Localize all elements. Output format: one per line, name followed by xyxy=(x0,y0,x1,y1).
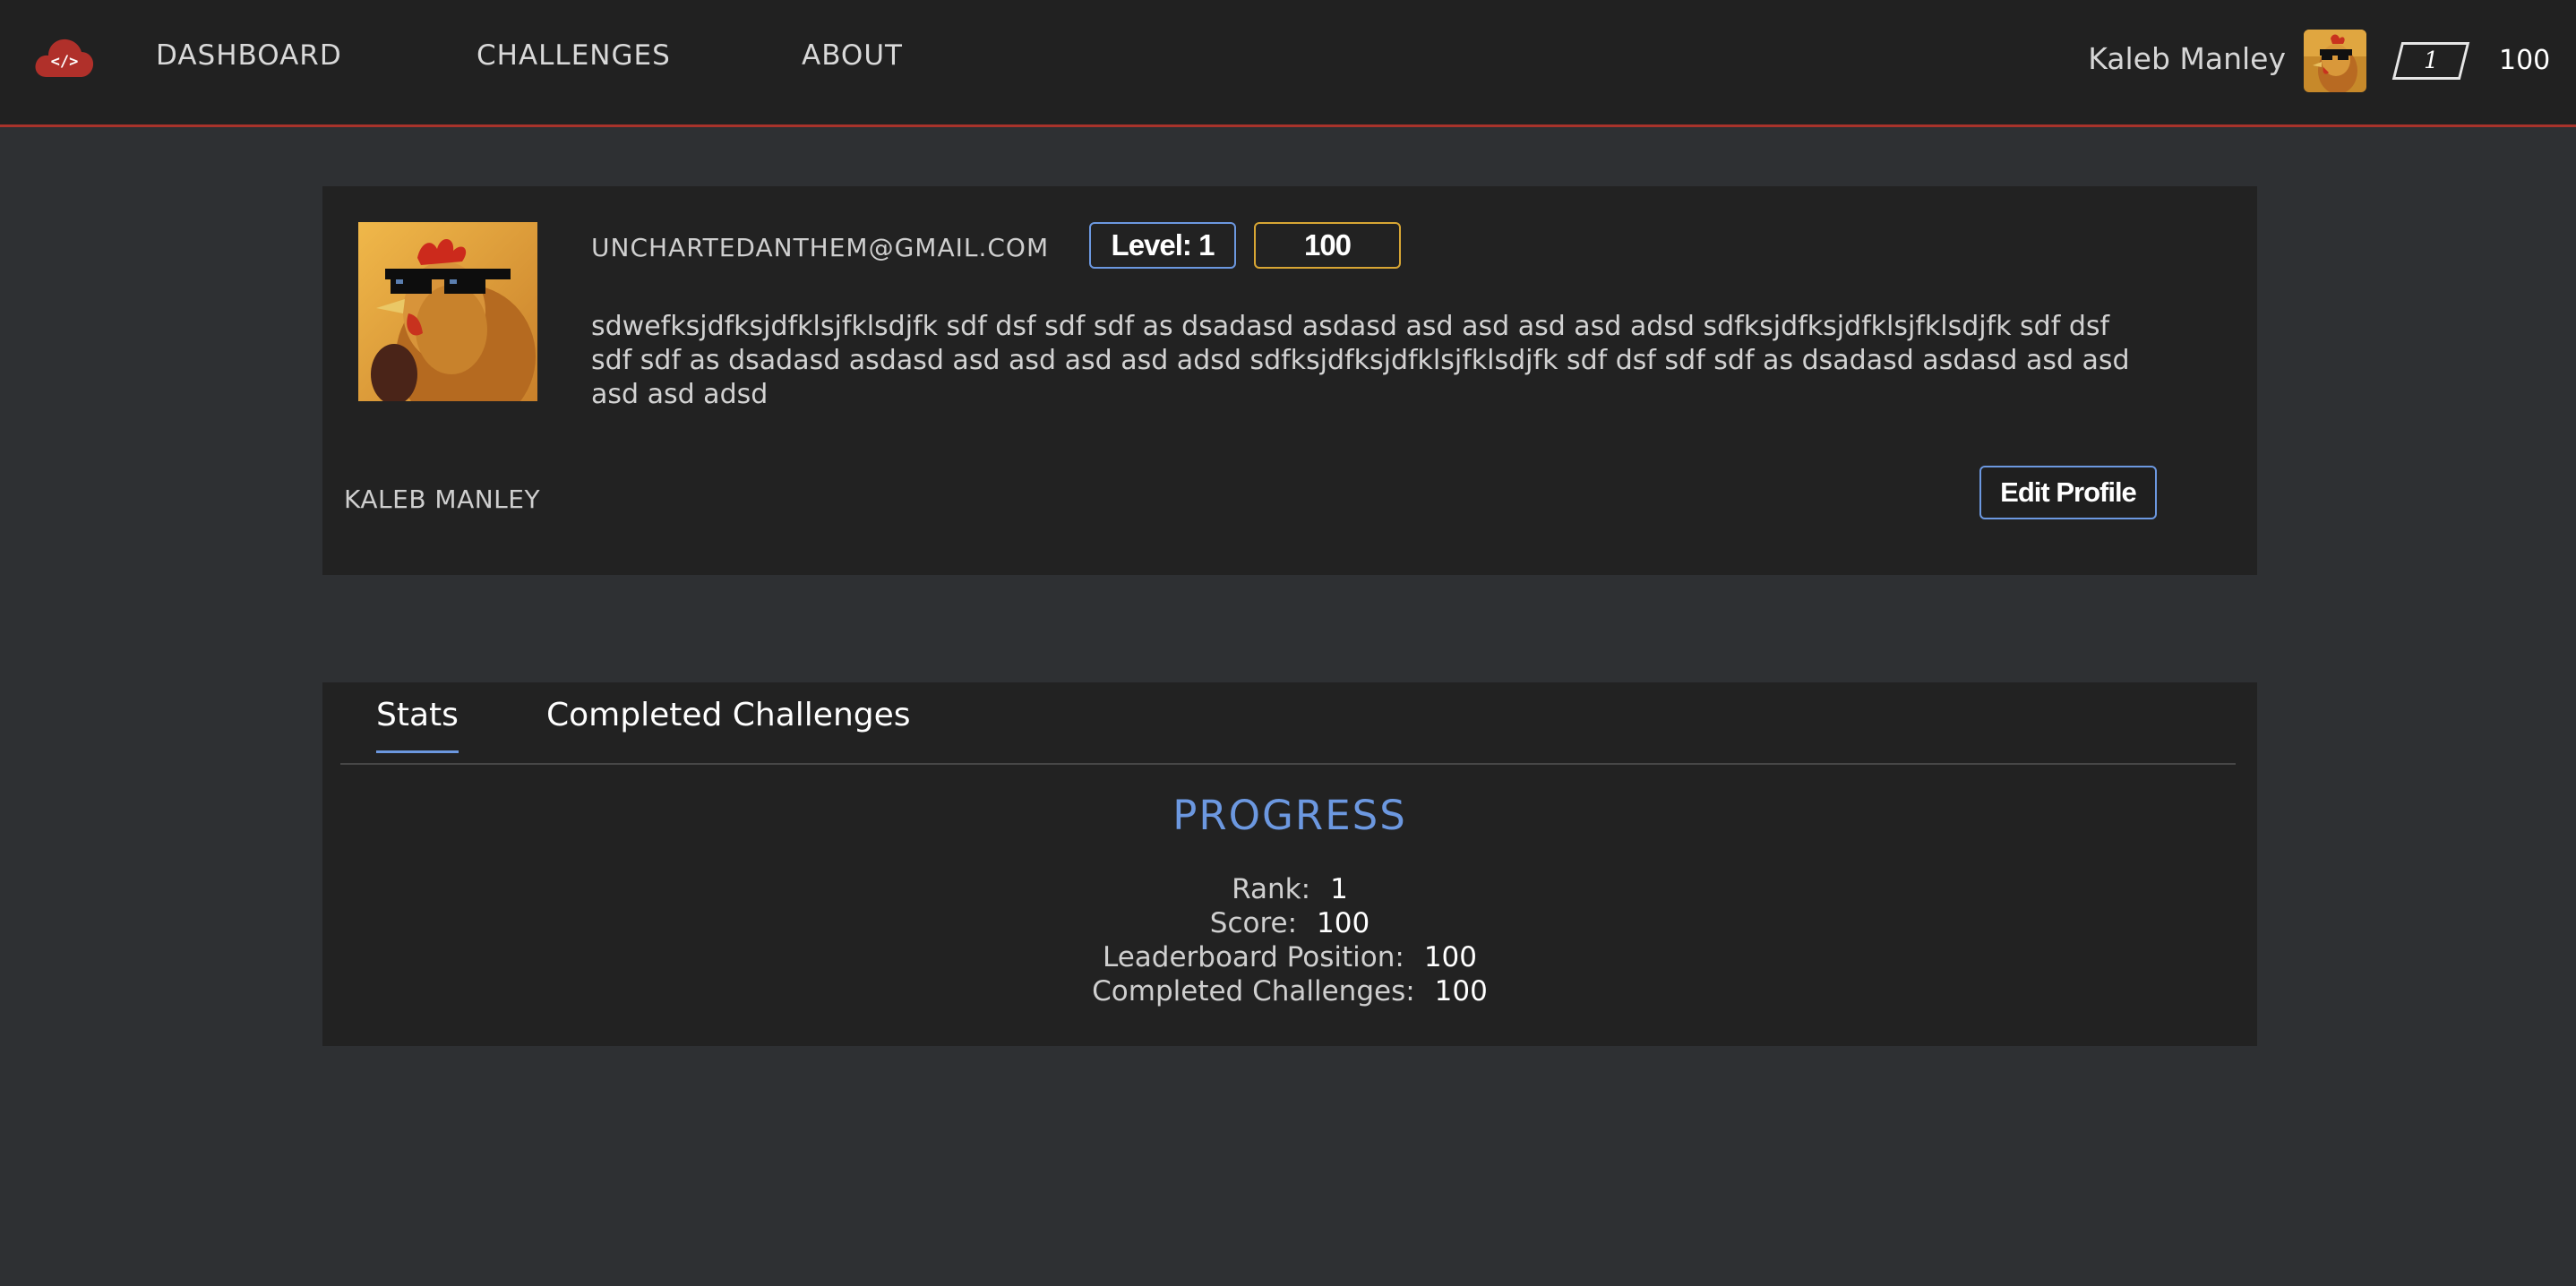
nav-score: 100 xyxy=(2499,45,2551,76)
stat-label: Leaderboard Position: xyxy=(1103,941,1404,973)
profile-card: UNCHARTEDANTHEM@GMAIL.COM Level: 1 100 s… xyxy=(322,186,2257,575)
tab-stats[interactable]: Stats xyxy=(376,697,459,753)
nav-link-dashboard[interactable]: DASHBOARD xyxy=(156,39,342,72)
nav-user-name[interactable]: Kaleb Manley xyxy=(2088,41,2286,76)
navbar: </> DASHBOARD CHALLENGES ABOUT Kaleb Man… xyxy=(0,0,2576,127)
edit-profile-button[interactable]: Edit Profile xyxy=(1979,466,2157,519)
profile-name: KALEB MANLEY xyxy=(344,484,541,514)
stat-row-completed: Completed Challenges: 100 xyxy=(322,974,2257,1008)
stat-value: 100 xyxy=(1317,907,1370,939)
stats-tabs: Stats Completed Challenges xyxy=(340,682,2236,765)
stat-label: Completed Challenges: xyxy=(1092,975,1415,1007)
progress-title: PROGRESS xyxy=(1172,792,1407,839)
nav-level-badge: 1 xyxy=(2391,42,2470,80)
nav-link-about[interactable]: ABOUT xyxy=(802,39,903,72)
profile-bio: sdwefksjdfksjdfklsjfklsdjfk sdf dsf sdf … xyxy=(591,311,2130,410)
score-badge: 100 xyxy=(1254,222,1401,269)
nav-level-value: 1 xyxy=(2423,47,2439,74)
stat-label: Rank: xyxy=(1232,873,1311,905)
level-badge: Level: 1 xyxy=(1089,222,1236,269)
stats-card: Stats Completed Challenges PROGRESS Rank… xyxy=(322,682,2257,1046)
stat-row-score: Score: 100 xyxy=(322,906,2257,940)
nav-link-challenges[interactable]: CHALLENGES xyxy=(477,39,671,72)
profile-avatar xyxy=(358,222,537,401)
svg-text:</>: </> xyxy=(51,53,79,71)
tab-completed-challenges[interactable]: Completed Challenges xyxy=(546,697,911,742)
stat-value: 100 xyxy=(1423,941,1477,973)
nav-avatar[interactable] xyxy=(2304,30,2366,92)
profile-email: UNCHARTEDANTHEM@GMAIL.COM xyxy=(591,233,1050,262)
stat-value: 1 xyxy=(1330,873,1348,905)
cloud-code-icon[interactable]: </> xyxy=(34,34,95,81)
stat-row-leaderboard: Leaderboard Position: 100 xyxy=(322,940,2257,974)
stat-label: Score: xyxy=(1209,907,1298,939)
stat-value: 100 xyxy=(1434,975,1488,1007)
stat-row-rank: Rank: 1 xyxy=(322,872,2257,906)
